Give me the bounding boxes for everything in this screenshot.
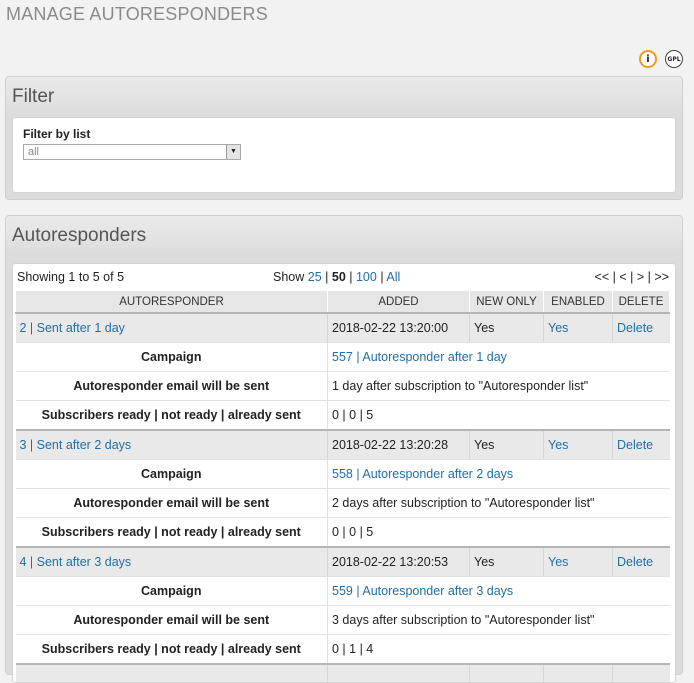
col-autoresponder: AUTORESPONDER [15,290,328,314]
filter-panel-body: Filter by list all ▼ [12,117,676,193]
sent-value: 1 day after subscription to "Autorespond… [327,371,670,401]
page-size-50: 50 [331,270,346,284]
info-icon[interactable]: i [639,50,657,68]
pager-prev[interactable]: < [619,270,626,284]
col-enabled: ENABLED [543,290,613,314]
sent-value: 3 days after subscription to "Autorespon… [327,605,670,635]
delete-link[interactable]: Delete [617,321,653,335]
pager-first[interactable]: << [595,270,610,284]
filter-panel-title: Filter [12,86,55,107]
enabled-toggle-link[interactable]: Yes [548,438,568,452]
campaign-label: Campaign [15,342,328,372]
subscribers-label: Subscribers ready | not ready | already … [15,517,328,548]
campaign-link[interactable]: 558 | Autoresponder after 2 days [332,467,513,481]
autoresponder-link[interactable]: 4 | Sent after 3 days [20,555,132,569]
detail-row: Autoresponder email will be sent 3 days … [15,605,670,635]
detail-row: Campaign 558 | Autoresponder after 2 day… [15,459,670,489]
new-only-cell: Yes [469,312,544,343]
campaign-label: Campaign [15,576,328,606]
subscribers-value: 0 | 0 | 5 [327,517,670,548]
added-cell: 2018-02-22 13:20:53 [327,546,470,577]
autoresponder-link[interactable]: 3 | Sent after 2 days [20,438,132,452]
new-only-cell: Yes [469,429,544,460]
pager-last[interactable]: >> [654,270,669,284]
subscribers-label: Subscribers ready | not ready | already … [15,634,328,665]
filter-list-select[interactable]: all ▼ [23,144,241,160]
detail-row: Campaign 557 | Autoresponder after 1 day [15,342,670,372]
col-added: ADDED [327,290,470,314]
campaign-link[interactable]: 557 | Autoresponder after 1 day [332,350,507,364]
subscribers-label: Subscribers ready | not ready | already … [15,400,328,431]
sent-label: Autoresponder email will be sent [15,371,328,401]
col-new-only: NEW ONLY [469,290,544,314]
delete-link[interactable]: Delete [617,555,653,569]
detail-row: Subscribers ready | not ready | already … [15,400,670,431]
pager: << | < | > | >> [594,270,669,284]
autoresponders-table: AUTORESPONDER ADDED NEW ONLY ENABLED DEL… [15,290,670,682]
added-cell: 2018-02-22 13:20:00 [327,312,470,343]
enabled-toggle-link[interactable]: Yes [548,321,568,335]
subscribers-value: 0 | 1 | 4 [327,634,670,665]
filter-panel: Filter Filter by list all ▼ [5,76,683,200]
detail-row: Subscribers ready | not ready | already … [15,634,670,665]
campaign-label: Campaign [15,459,328,489]
detail-row: Autoresponder email will be sent 2 days … [15,488,670,518]
sent-label: Autoresponder email will be sent [15,488,328,518]
sent-label: Autoresponder email will be sent [15,605,328,635]
page-size-selector: Show 25 | 50 | 100 | All [273,270,401,284]
table-row-partial [15,663,670,682]
page-size-all[interactable]: All [386,270,400,284]
sent-value: 2 days after subscription to "Autorespon… [327,488,670,518]
page-size-100[interactable]: 100 [356,270,377,284]
show-label: Show [273,270,305,284]
filter-list-select-value: all [28,146,40,158]
delete-link[interactable]: Delete [617,438,653,452]
detail-row: Subscribers ready | not ready | already … [15,517,670,548]
table-header-row: AUTORESPONDER ADDED NEW ONLY ENABLED DEL… [15,290,670,314]
filter-by-list-label: Filter by list [23,127,91,141]
page-title: MANAGE AUTORESPONDERS [6,4,268,24]
showing-count: Showing 1 to 5 of 5 [17,270,125,284]
table-row: 2 | Sent after 1 day 2018-02-22 13:20:00… [15,312,670,343]
autoresponders-panel-body: Showing 1 to 5 of 5 Show 25 | 50 | 100 |… [12,263,676,683]
col-delete: DELETE [612,290,670,314]
autoresponders-panel-title: Autoresponders [12,225,147,246]
subscribers-value: 0 | 0 | 5 [327,400,670,431]
enabled-toggle-link[interactable]: Yes [548,555,568,569]
chevron-down-icon[interactable]: ▼ [226,145,240,159]
table-row: 4 | Sent after 3 days 2018-02-22 13:20:5… [15,546,670,577]
detail-row: Campaign 559 | Autoresponder after 3 day… [15,576,670,606]
gpl-icon[interactable]: GPL [665,50,683,68]
pager-next[interactable]: > [637,270,644,284]
page-size-25[interactable]: 25 [308,270,322,284]
added-cell: 2018-02-22 13:20:28 [327,429,470,460]
new-only-cell: Yes [469,546,544,577]
autoresponders-panel: Autoresponders Showing 1 to 5 of 5 Show … [5,215,683,683]
top-icons: i GPL [639,50,683,68]
detail-row: Autoresponder email will be sent 1 day a… [15,371,670,401]
table-toolbar: Showing 1 to 5 of 5 Show 25 | 50 | 100 |… [15,264,673,290]
campaign-link[interactable]: 559 | Autoresponder after 3 days [332,584,513,598]
autoresponder-link[interactable]: 2 | Sent after 1 day [20,321,125,335]
table-row: 3 | Sent after 2 days 2018-02-22 13:20:2… [15,429,670,460]
